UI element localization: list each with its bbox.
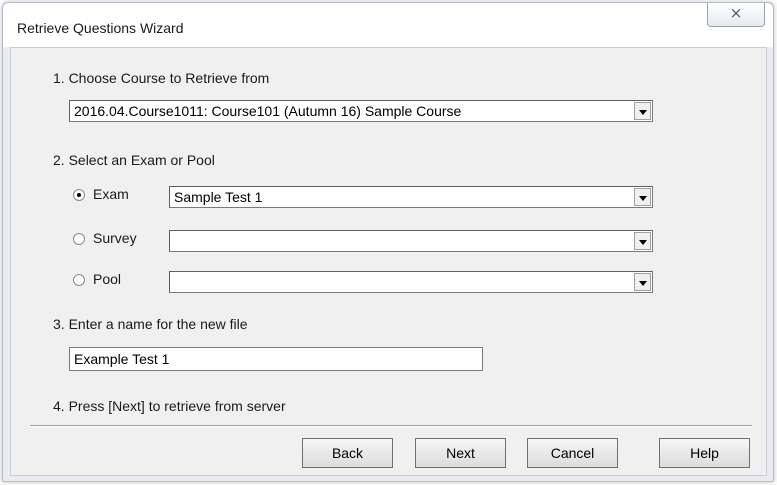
close-icon: ⨯ <box>729 5 743 22</box>
wizard-window: Retrieve Questions Wizard ⨯ 1. Choose Co… <box>2 2 774 482</box>
close-button[interactable]: ⨯ <box>707 3 765 27</box>
step2-label: 2. Select an Exam or Pool <box>53 152 215 168</box>
cancel-button[interactable]: Cancel <box>527 438 618 468</box>
exam-select-value: Sample Test 1 <box>174 189 263 205</box>
wizard-body: 1. Choose Course to Retrieve from 2016.0… <box>10 47 767 476</box>
pool-radio-label[interactable]: Pool <box>93 271 121 287</box>
pool-radio[interactable] <box>73 274 85 286</box>
exam-radio-label[interactable]: Exam <box>93 186 129 202</box>
chevron-down-icon[interactable] <box>634 102 651 120</box>
survey-radio-label[interactable]: Survey <box>93 230 137 246</box>
pool-select[interactable] <box>169 271 653 293</box>
step4-label: 4. Press [Next] to retrieve from server <box>53 398 286 414</box>
survey-select[interactable] <box>169 230 653 252</box>
chevron-down-icon[interactable] <box>634 273 651 291</box>
help-button[interactable]: Help <box>659 438 750 468</box>
course-select-value: 2016.04.Course1011: Course101 (Autumn 16… <box>74 103 462 119</box>
file-name-input[interactable]: Example Test 1 <box>69 347 483 371</box>
title-bar: Retrieve Questions Wizard ⨯ <box>3 3 773 47</box>
next-button[interactable]: Next <box>415 438 506 468</box>
chevron-down-icon[interactable] <box>634 188 651 206</box>
chevron-down-icon[interactable] <box>634 232 651 250</box>
step1-label: 1. Choose Course to Retrieve from <box>53 70 270 86</box>
course-select[interactable]: 2016.04.Course1011: Course101 (Autumn 16… <box>69 100 653 122</box>
exam-select[interactable]: Sample Test 1 <box>169 186 653 208</box>
separator-line <box>30 425 752 427</box>
exam-radio[interactable] <box>73 189 85 201</box>
back-button[interactable]: Back <box>302 438 393 468</box>
survey-radio[interactable] <box>73 233 85 245</box>
step3-label: 3. Enter a name for the new file <box>53 316 248 332</box>
window-title: Retrieve Questions Wizard <box>17 20 184 36</box>
file-name-value: Example Test 1 <box>74 351 170 367</box>
